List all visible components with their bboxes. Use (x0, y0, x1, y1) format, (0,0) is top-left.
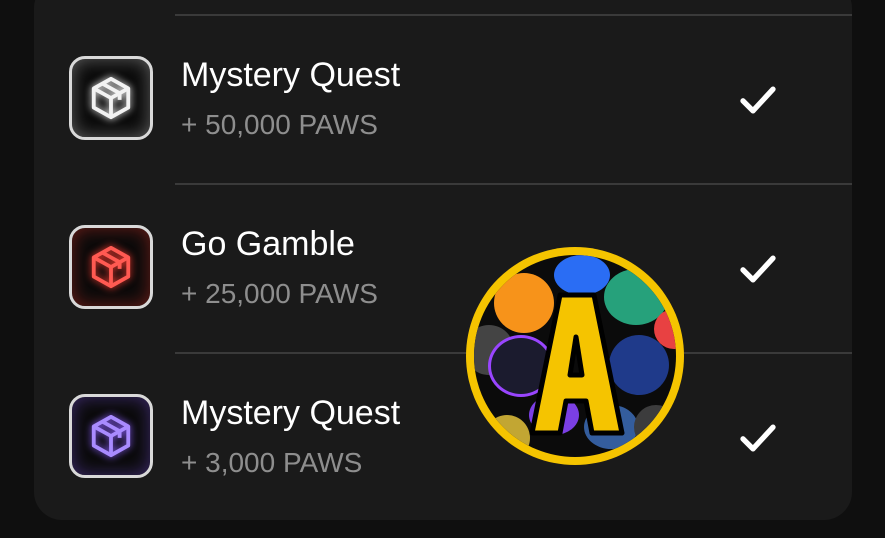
quest-row-go-gamble[interactable]: Go Gamble + 25,000 PAWS (0, 185, 885, 353)
checkmark-icon (740, 86, 776, 114)
quest-reward: + 3,000 PAWS (181, 447, 363, 478)
box-icon (69, 56, 153, 140)
quest-title: Mystery Quest (181, 56, 401, 94)
quest-title: Mystery Quest (181, 394, 401, 432)
checkmark-icon (740, 424, 776, 452)
box-icon (69, 394, 153, 478)
channel-logo-badge (466, 247, 684, 465)
crypto-coins-background (474, 255, 676, 457)
quest-row-mystery-quest-1[interactable]: Mystery Quest + 50,000 PAWS (0, 16, 885, 184)
letter-a-logo (529, 292, 625, 436)
box-icon (69, 225, 153, 309)
quest-title: Go Gamble (181, 225, 355, 263)
checkmark-icon (740, 255, 776, 283)
quest-row-mystery-quest-2[interactable]: Mystery Quest + 3,000 PAWS (0, 354, 885, 522)
quest-reward: + 25,000 PAWS (181, 278, 378, 309)
quest-reward: + 50,000 PAWS (181, 109, 378, 140)
